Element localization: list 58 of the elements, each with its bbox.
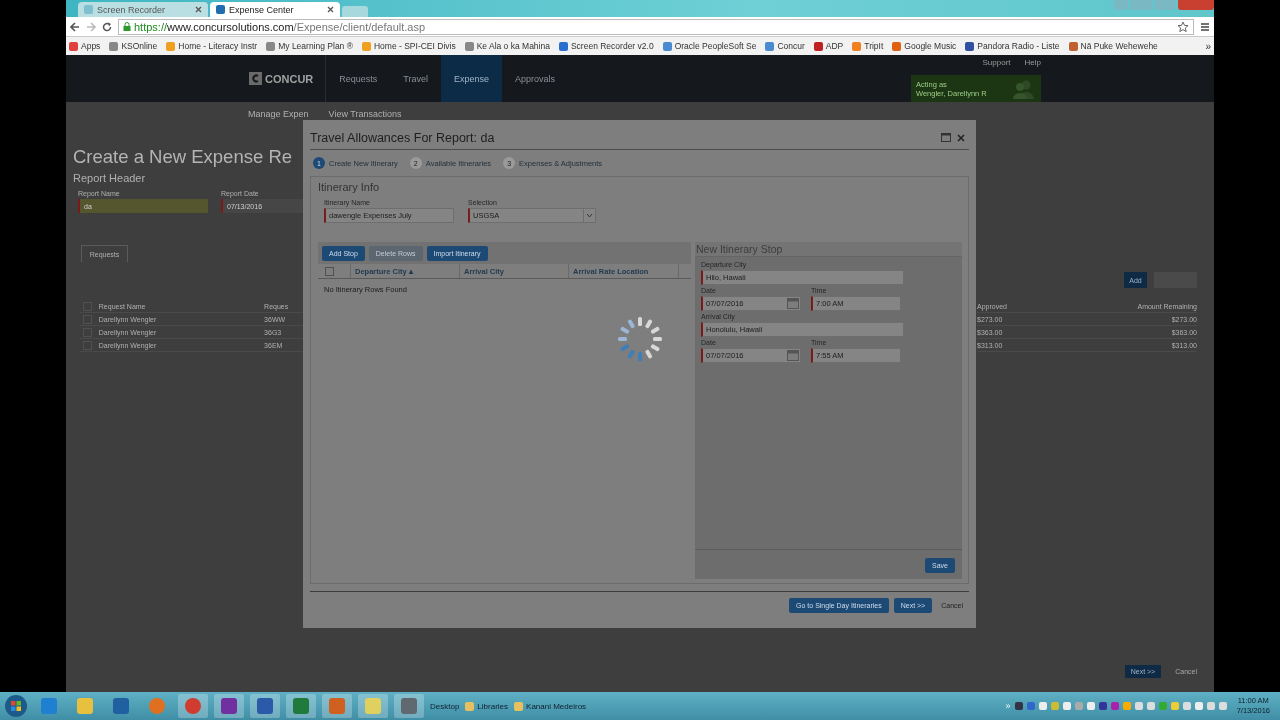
bookmark[interactable]: Concur [765,41,805,51]
bookmark[interactable]: Oracle PeopleSoft Se [662,41,757,51]
page-title: Create a New Expense Re [73,146,294,168]
bookmark[interactable]: Google Music [892,41,957,51]
nav-link[interactable]: Help [1024,58,1041,67]
people-icon [1010,78,1036,99]
bookmark[interactable]: Home - SPI-CEI Divis [361,41,456,51]
start-button[interactable] [4,694,28,718]
chevron-icon [586,213,593,218]
forward-icon[interactable] [86,21,96,32]
bookmark[interactable]: Pandora Radio - Liste [965,41,1060,51]
address-bar[interactable]: https://www.concursolutions.com/Expense/client/default.asp [118,18,1194,35]
taskbar-item[interactable]: Libraries [465,701,509,711]
bookmark[interactable]: Home - Literacy Instr [166,41,258,51]
browser-tab[interactable]: Screen Recorder [78,2,208,17]
nav-tab[interactable]: Approvals [502,55,569,102]
concur-logo: CONCUR [249,55,327,102]
nav-link[interactable]: Support [982,58,1011,67]
taskbar-app-icon[interactable] [178,694,208,718]
taskbar-item[interactable]: Kanani Medeiros [514,701,587,711]
bookmark[interactable]: Nā Puke Wehewehe [1068,41,1158,51]
subnav-link[interactable]: View Transactions [328,109,402,119]
taskbar-app-icon[interactable] [394,694,424,718]
subnav-link[interactable]: Manage Expen [248,109,309,119]
star-icon[interactable] [1177,20,1189,33]
close-icon[interactable] [957,133,965,142]
taskbar-item[interactable]: Desktop [430,701,460,711]
bookmark[interactable]: TripIt [852,41,884,51]
lock-icon [123,22,131,31]
back-icon[interactable] [70,21,80,32]
browser-tab[interactable]: Expense Center [210,2,340,17]
taskbar-app-icon[interactable] [214,694,244,718]
calendar-icon[interactable] [787,298,799,309]
taskbar-app-icon[interactable] [286,694,316,718]
close-icon[interactable] [195,6,202,13]
checkbox[interactable] [325,266,334,276]
reload-icon[interactable] [102,21,112,32]
recorder-icon [84,5,93,14]
maximize-icon[interactable] [941,133,951,142]
dialog-title: Travel Allowances For Report: da [310,130,496,145]
calendar-icon[interactable] [787,350,799,361]
bookmark[interactable]: Apps [69,41,101,51]
section-title: Report Header [73,172,147,184]
bookmark[interactable]: Screen Recorder v2.0 [558,41,654,51]
more-bookmarks[interactable]: » [1205,40,1211,52]
bookmark[interactable]: My Learning Plan ® [266,41,353,51]
close-icon[interactable] [327,6,334,13]
bookmark[interactable]: Ke Ala o ka Mahina [464,41,550,51]
bookmark[interactable]: ADP [813,41,844,51]
nav-tab[interactable]: Requests [326,55,391,102]
taskbar-app-icon[interactable] [322,694,352,718]
nav-tab[interactable]: Expense [441,55,502,102]
bookmark[interactable]: KSOnline [109,41,158,51]
menu-icon[interactable] [1200,21,1210,32]
section-title: Itinerary Info [318,181,381,193]
nav-tab[interactable]: Travel [390,55,441,102]
site-icon [216,5,225,14]
taskbar-app-icon[interactable] [250,694,280,718]
